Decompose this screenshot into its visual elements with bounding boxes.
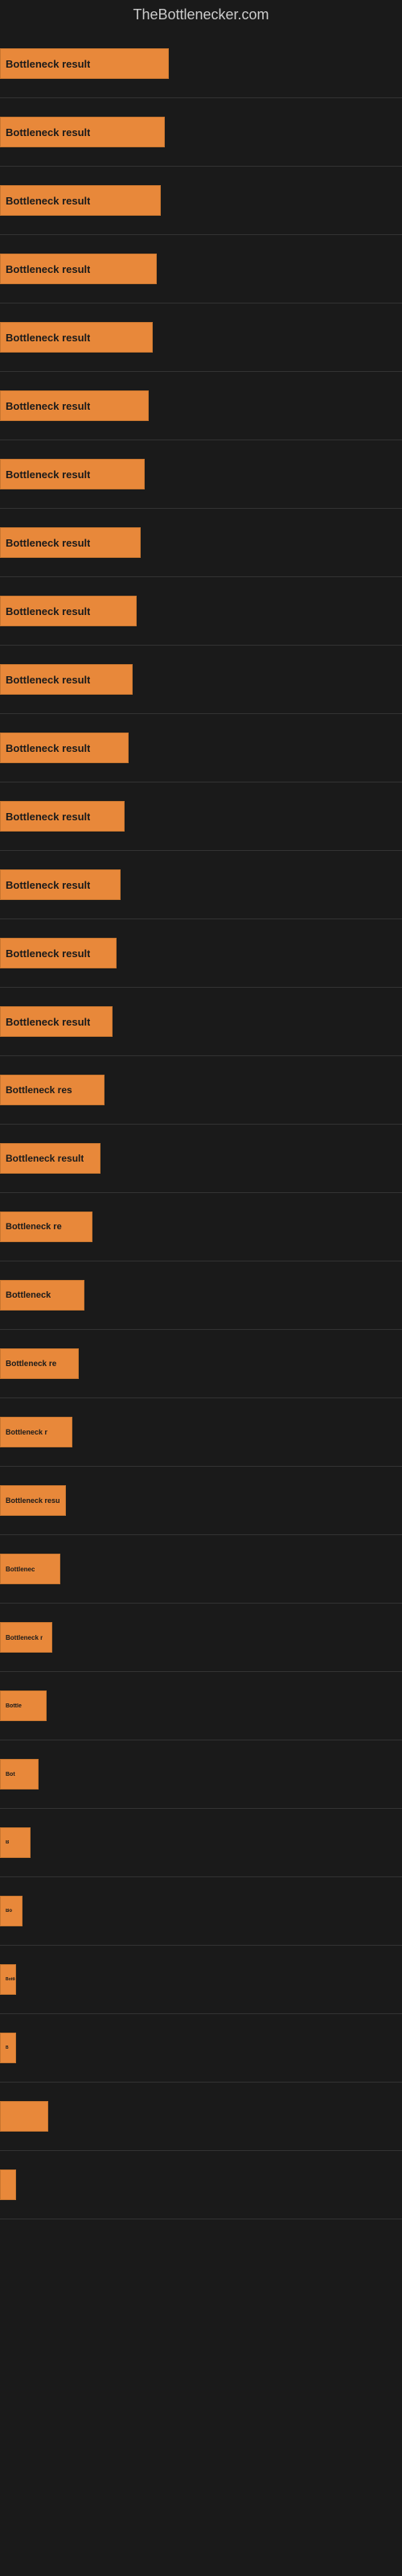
bottleneck-bar-1[interactable]: Bottleneck result [0, 48, 169, 79]
bar-label-15: Bottleneck result [6, 1016, 90, 1028]
bar-label-2: Bottleneck result [6, 126, 90, 138]
bar-label-28: Bo [6, 1909, 12, 1913]
bar-label-24: Bottleneck r [6, 1634, 43, 1641]
bottleneck-bar-18[interactable]: Bottleneck re [0, 1212, 92, 1242]
bar-label-12: Bottleneck result [6, 811, 90, 823]
bottleneck-bar-28[interactable]: Bo [0, 1896, 23, 1926]
bar-label-22: Bottleneck resu [6, 1496, 60, 1505]
bottleneck-bar-11[interactable]: Bottleneck result [0, 733, 129, 763]
bar-label-4: Bottleneck result [6, 263, 90, 275]
bottleneck-bar-13[interactable]: Bottleneck result [0, 869, 121, 900]
bar-label-1: Bottleneck result [6, 58, 90, 70]
bottleneck-bar-8[interactable]: Bottleneck result [0, 527, 141, 558]
bottleneck-bar-25[interactable]: Bottle [0, 1690, 47, 1721]
bar-row-11: Bottleneck result [0, 714, 402, 782]
bar-row-30: B [0, 2014, 402, 2083]
bar-row-21: Bottleneck r [0, 1398, 402, 1467]
bar-label-6: Bottleneck result [6, 400, 90, 412]
bar-row-17: Bottleneck result [0, 1125, 402, 1193]
bar-label-17: Bottleneck result [6, 1153, 84, 1164]
bottleneck-bar-24[interactable]: Bottleneck r [0, 1622, 52, 1653]
bar-label-5: Bottleneck result [6, 332, 90, 344]
bar-row-12: Bottleneck result [0, 782, 402, 851]
bar-label-29: Bottle [6, 1977, 15, 1982]
bar-row-19: Bottleneck [0, 1261, 402, 1330]
bar-label-23: Bottlenec [6, 1566, 35, 1573]
bottleneck-bar-4[interactable]: Bottleneck result [0, 254, 157, 284]
bar-label-19: Bottleneck [6, 1290, 51, 1300]
bar-row-29: Bottle [0, 1946, 402, 2014]
bar-label-14: Bottleneck result [6, 947, 90, 960]
bottleneck-bar-20[interactable]: Bottleneck re [0, 1348, 79, 1379]
bottleneck-bar-30[interactable]: B [0, 2033, 16, 2063]
bar-row-14: Bottleneck result [0, 919, 402, 988]
bar-label-16: Bottleneck res [6, 1084, 72, 1096]
bar-label-10: Bottleneck result [6, 674, 90, 686]
bottleneck-bar-2[interactable]: Bottleneck result [0, 117, 165, 147]
bar-label-7: Bottleneck result [6, 469, 90, 481]
bottleneck-bar-32[interactable] [0, 2169, 16, 2200]
bar-row-4: Bottleneck result [0, 235, 402, 303]
bottleneck-bar-21[interactable]: Bottleneck r [0, 1417, 72, 1447]
bottleneck-bar-15[interactable]: Bottleneck result [0, 1006, 113, 1037]
bottleneck-bar-29[interactable]: Bottle [0, 1964, 16, 1995]
bar-row-26: Bot [0, 1740, 402, 1809]
bottleneck-bar-6[interactable]: Bottleneck result [0, 390, 149, 421]
bottleneck-bar-19[interactable]: Bottleneck [0, 1280, 84, 1311]
bar-row-28: Bo [0, 1877, 402, 1946]
bar-label-26: Bot [6, 1772, 15, 1777]
bar-label-27: B [6, 1840, 9, 1845]
bottleneck-bar-23[interactable]: Bottlenec [0, 1554, 60, 1584]
bar-row-1: Bottleneck result [0, 30, 402, 98]
bottleneck-bar-31[interactable] [0, 2101, 48, 2132]
bar-row-6: Bottleneck result [0, 372, 402, 440]
bar-row-18: Bottleneck re [0, 1193, 402, 1261]
bar-row-15: Bottleneck result [0, 988, 402, 1056]
bar-row-23: Bottlenec [0, 1535, 402, 1604]
bar-row-16: Bottleneck res [0, 1056, 402, 1125]
bar-label-18: Bottleneck re [6, 1222, 62, 1232]
bar-row-32 [0, 2151, 402, 2219]
bottleneck-bar-22[interactable]: Bottleneck resu [0, 1485, 66, 1516]
bottleneck-bar-16[interactable]: Bottleneck res [0, 1075, 105, 1105]
bar-row-10: Bottleneck result [0, 646, 402, 714]
bar-row-20: Bottleneck re [0, 1330, 402, 1398]
bar-row-27: B [0, 1809, 402, 1877]
bottleneck-bar-7[interactable]: Bottleneck result [0, 459, 145, 489]
bar-row-7: Bottleneck result [0, 440, 402, 509]
bottleneck-bar-17[interactable]: Bottleneck result [0, 1143, 100, 1174]
bottleneck-bar-9[interactable]: Bottleneck result [0, 596, 137, 626]
site-title: TheBottlenecker.com [0, 0, 402, 30]
bottleneck-bar-12[interactable]: Bottleneck result [0, 801, 125, 832]
bar-label-8: Bottleneck result [6, 537, 90, 549]
bar-row-2: Bottleneck result [0, 98, 402, 167]
bar-label-21: Bottleneck r [6, 1428, 47, 1436]
bar-row-24: Bottleneck r [0, 1604, 402, 1672]
bottleneck-bar-26[interactable]: Bot [0, 1759, 39, 1790]
bar-row-25: Bottle [0, 1672, 402, 1740]
bottleneck-bar-5[interactable]: Bottleneck result [0, 322, 153, 353]
bar-label-11: Bottleneck result [6, 742, 90, 754]
bar-label-30: B [6, 2046, 9, 2050]
bottleneck-bar-3[interactable]: Bottleneck result [0, 185, 161, 216]
bottleneck-bar-27[interactable]: B [0, 1827, 31, 1858]
bottleneck-bar-14[interactable]: Bottleneck result [0, 938, 117, 968]
bar-label-3: Bottleneck result [6, 195, 90, 207]
bar-label-13: Bottleneck result [6, 879, 90, 891]
bar-row-31 [0, 2083, 402, 2151]
bar-row-3: Bottleneck result [0, 167, 402, 235]
bar-label-9: Bottleneck result [6, 605, 90, 617]
bar-label-20: Bottleneck re [6, 1360, 56, 1368]
bottleneck-bar-10[interactable]: Bottleneck result [0, 664, 133, 695]
bar-row-8: Bottleneck result [0, 509, 402, 577]
bar-row-9: Bottleneck result [0, 577, 402, 646]
bar-row-5: Bottleneck result [0, 303, 402, 372]
bar-label-25: Bottle [6, 1703, 22, 1709]
bar-row-22: Bottleneck resu [0, 1467, 402, 1535]
bar-row-13: Bottleneck result [0, 851, 402, 919]
